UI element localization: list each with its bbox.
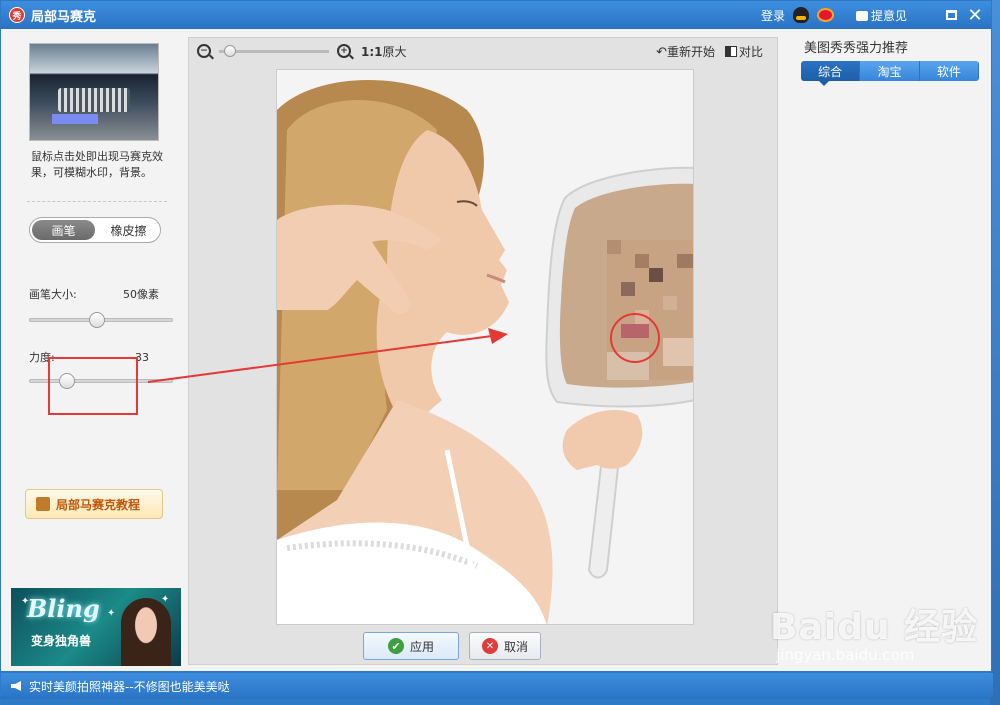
watermark-brand: Baidu 经验 [770, 607, 979, 648]
baidu-watermark: Baidu 经验 jingyan.baidu.com [770, 598, 978, 664]
